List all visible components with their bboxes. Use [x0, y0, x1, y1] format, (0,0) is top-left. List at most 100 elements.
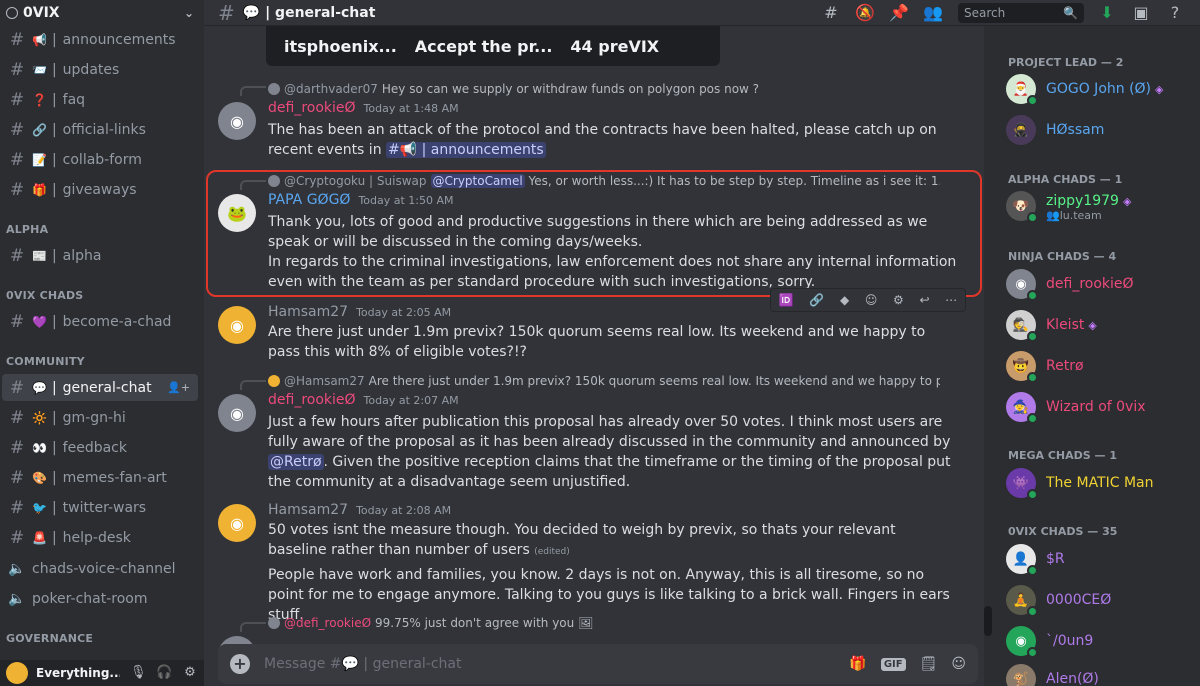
channel-feedback[interactable]: # 👀 | feedback — [2, 434, 198, 461]
inbox-icon[interactable]: ▣ — [1130, 2, 1152, 24]
search-input[interactable]: Search 🔍 — [958, 2, 1084, 23]
message-author[interactable]: defi_rookieØ Today at 2:07 AM — [268, 392, 459, 408]
channel-help-desk[interactable]: # 🚨 | help-desk — [2, 524, 198, 551]
channel-become-a-chad[interactable]: # 💜 | become-a-chad — [2, 308, 198, 335]
hash-icon: # — [9, 377, 25, 398]
chevron-down-icon[interactable]: ⌄ — [184, 6, 194, 20]
member-item[interactable]: 👾 The MATIC Man — [1006, 466, 1154, 500]
reply-text: Hey so can we supply or withdraw funds o… — [381, 82, 760, 96]
user-mention[interactable]: @Retrø — [268, 454, 324, 470]
message-content: Just a few hours after publication this … — [268, 412, 958, 492]
tag-icon[interactable]: ◆ — [840, 293, 849, 307]
member-item[interactable]: 🕵 Kleist ◈ — [1006, 308, 1097, 342]
member-item[interactable]: 🐶 zippy1979 ◈ 👥lu.team — [1006, 189, 1131, 223]
message-composer[interactable]: + Message #💬 | general-chat 🎁 GIF 🗒 ☺ — [218, 644, 978, 684]
emoji-picker-icon[interactable]: ☺ — [951, 656, 966, 672]
invite-member-icon[interactable]: 👤+ — [167, 381, 190, 394]
members-list-icon[interactable]: 👥 — [922, 2, 944, 24]
gif-button[interactable]: GIF — [880, 657, 906, 671]
notification-bell-icon[interactable]: 🔕 — [854, 2, 876, 24]
category-governance[interactable]: GOVERNANCE — [6, 632, 93, 645]
user-name[interactable]: Everything... — [36, 666, 120, 680]
member-item[interactable]: 🧘 0000CEØ — [1006, 583, 1111, 617]
message-item[interactable]: @Hamsam27 Are there just under 1.9m previ… — [204, 372, 980, 492]
channel-giveaways[interactable]: # 🎁 | giveaways — [2, 176, 198, 203]
highlight-box — [206, 170, 982, 297]
reaction-id-icon[interactable]: 🆔 — [779, 293, 794, 307]
channel-emoji: 🐦 — [32, 500, 47, 515]
channel-general-chat[interactable]: # 💬 | general-chat 👤+ — [2, 374, 198, 401]
message-author[interactable]: Hamsam27 Today at 2:05 AM — [268, 304, 451, 320]
embed-card[interactable]: itsphoenix... Accept the pr... 44 preVIX — [266, 26, 720, 66]
member-item[interactable]: 🎅 GOGO John (Ø) ◈ — [1006, 72, 1164, 106]
message-input[interactable]: Message #💬 | general-chat — [264, 656, 835, 672]
scrollbar[interactable] — [984, 26, 992, 686]
category-0vix-chads[interactable]: 0VIX CHADS — [6, 289, 83, 302]
channel-twitter-wars[interactable]: # 🐦 | twitter-wars — [2, 494, 198, 521]
reply-author: @Hamsam27 — [284, 374, 365, 388]
bot-icon[interactable]: ⚙ — [893, 293, 904, 307]
mute-mic-icon[interactable]: 🎙 — [130, 665, 147, 681]
reply-text: 99.75% just don't agree with you — [375, 616, 575, 630]
channel-alpha[interactable]: # 📰 | alpha — [2, 242, 198, 269]
reply-icon[interactable]: ↩ — [919, 293, 929, 307]
more-options-icon[interactable]: ⋯ — [945, 293, 957, 307]
speaker-icon: 🔈 — [8, 590, 26, 607]
channel-mention[interactable]: #📢 | announcements — [386, 142, 546, 158]
message-text: . Given the positive reception claims th… — [268, 454, 951, 490]
avatar: 🕵 — [1006, 310, 1038, 342]
channel-emoji: 🎁 — [32, 182, 47, 197]
avatar[interactable]: ◉ — [218, 394, 256, 432]
avatar[interactable]: ◉ — [218, 504, 256, 542]
message-item[interactable]: ◉ Hamsam27 Today at 2:08 AM 50 votes isnt… — [204, 502, 980, 623]
embed-text: itsphoenix... — [284, 36, 397, 56]
member-item[interactable]: 🤠 Retrø — [1006, 349, 1084, 383]
gear-icon[interactable]: ⚙ — [182, 665, 198, 681]
channel-faq[interactable]: # ❓ | faq — [2, 86, 198, 113]
gift-icon[interactable]: 🎁 — [849, 656, 866, 672]
message-item[interactable]: @darthvader07 Hey so can we supply or wit… — [204, 78, 980, 162]
voice-channel-chads[interactable]: 🔈 chads-voice-channel — [2, 555, 198, 582]
channel-announcements[interactable]: # 📢 | announcements — [2, 26, 198, 53]
reply-preview[interactable]: @Hamsam27 Are there just under 1.9m previ… — [268, 374, 940, 388]
channel-memes-fan-art[interactable]: # 🎨 | memes-fan-art — [2, 464, 198, 491]
pin-icon[interactable]: 📌 — [888, 2, 910, 24]
member-name: Retrø — [1046, 358, 1084, 374]
headphones-icon[interactable]: 🎧 — [156, 665, 172, 681]
scrollbar-thumb[interactable] — [984, 606, 992, 636]
link-icon[interactable]: 🔗 — [809, 293, 824, 307]
add-reaction-icon[interactable]: ☺ — [865, 293, 878, 307]
voice-channel-poker[interactable]: 🔈 poker-chat-room — [2, 585, 198, 612]
member-item[interactable]: 🐒 Alen(Ø) — [1006, 662, 1099, 686]
help-icon[interactable]: ? — [1164, 2, 1186, 24]
member-item[interactable]: 🧙 Wizard of 0vix — [1006, 390, 1146, 424]
channel-collab-form[interactable]: # 📝 | collab-form — [2, 146, 198, 173]
avatar[interactable]: ◉ — [218, 102, 256, 140]
sticker-icon[interactable]: 🗒 — [920, 656, 938, 672]
member-name: The MATIC Man — [1046, 475, 1154, 491]
category-alpha[interactable]: ALPHA — [6, 223, 48, 236]
channel-gm-gn-hi[interactable]: # 🔆 | gm-gn-hi — [2, 404, 198, 431]
category-community[interactable]: COMMUNITY — [6, 355, 85, 368]
channel-updates[interactable]: # 📨 | updates — [2, 56, 198, 83]
channel-official-links[interactable]: # 🔗 | official-links — [2, 116, 198, 143]
member-item[interactable]: 👤 $R — [1006, 542, 1065, 576]
threads-icon[interactable]: # — [820, 2, 842, 24]
download-icon[interactable]: ⬇ — [1096, 2, 1118, 24]
timestamp: Today at 2:07 AM — [363, 394, 459, 407]
message-item[interactable]: @defi_rookieØ 99.75% just don't agree wit… — [204, 614, 980, 674]
hash-icon: # — [9, 467, 25, 488]
add-attachment-icon[interactable]: + — [230, 654, 250, 674]
member-item[interactable]: 🥷 HØssam — [1006, 113, 1104, 147]
member-category: NINJA CHADS — 4 — [1008, 250, 1117, 263]
message-item[interactable]: ◉ Hamsam27 Today at 2:05 AM Are there jus… — [204, 304, 980, 364]
message-author[interactable]: defi_rookieØ Today at 1:48 AM — [268, 100, 459, 116]
avatar[interactable]: ◉ — [218, 306, 256, 344]
reply-preview[interactable]: @darthvader07 Hey so can we supply or wit… — [268, 82, 940, 96]
reply-preview[interactable]: @defi_rookieØ 99.75% just don't agree wit… — [268, 616, 940, 630]
avatar[interactable] — [6, 662, 28, 684]
message-author[interactable]: Hamsam27 Today at 2:08 AM — [268, 502, 451, 518]
member-item[interactable]: ◉ `/0un9 — [1006, 624, 1093, 658]
member-item[interactable]: ◉ defi_rookieØ — [1006, 267, 1134, 301]
server-header[interactable]: 0VIX ⌄ — [0, 0, 204, 26]
